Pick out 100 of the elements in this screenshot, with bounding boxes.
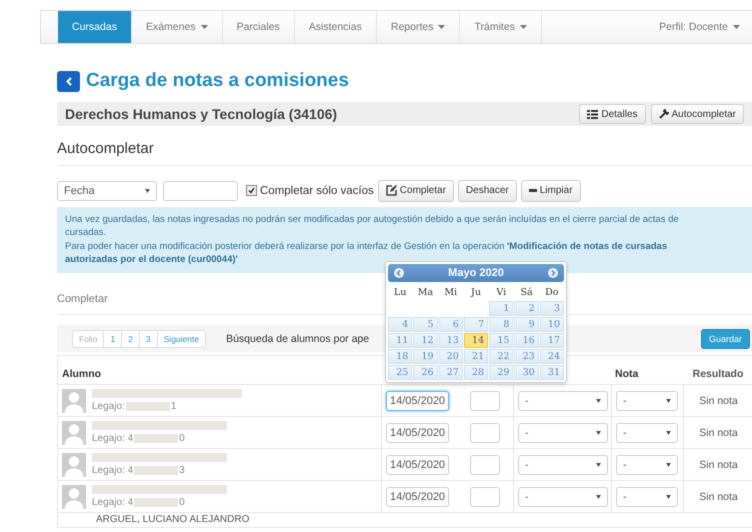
- result-text: Sin nota: [698, 458, 739, 471]
- calendar-day[interactable]: 28: [464, 365, 488, 380]
- calendar-day[interactable]: 27: [438, 365, 463, 380]
- date-field[interactable]: 14/05/2020: [386, 486, 450, 507]
- calendar-day[interactable]: 3: [540, 301, 564, 316]
- toolbar-button[interactable]: Limpiar: [520, 180, 581, 202]
- nav-tab[interactable]: Asistencias: [294, 11, 377, 43]
- caret-icon: [666, 398, 671, 403]
- caret-icon: [666, 494, 671, 499]
- student-name: ARGUEL, LUCIANO ALEJANDRO: [96, 514, 250, 526]
- calendar-day[interactable]: 19: [413, 349, 438, 364]
- nav-tab[interactable]: Exámenes: [132, 11, 223, 43]
- avatar-icon: [62, 484, 86, 509]
- chevron-left-icon: [66, 76, 72, 86]
- legajo-digit: 3: [179, 465, 185, 476]
- grade-select[interactable]: -: [616, 390, 678, 411]
- calendar-day[interactable]: 29: [489, 365, 514, 380]
- minus-icon: [528, 189, 537, 192]
- checkbox[interactable]: [246, 185, 257, 196]
- grade-select[interactable]: -: [616, 454, 678, 475]
- calendar-day[interactable]: 1: [489, 301, 514, 316]
- pagination-link[interactable]: 2: [121, 330, 139, 347]
- section-heading: Autocompletar: [57, 140, 752, 166]
- previous-month-icon[interactable]: [394, 268, 404, 278]
- checkbox-label: Completar sólo vacíos: [260, 184, 374, 196]
- autocomplete-button[interactable]: Autocompletar: [650, 104, 744, 124]
- input-field[interactable]: [470, 390, 500, 411]
- legajo-digit: 1: [170, 401, 176, 412]
- value-field[interactable]: [163, 180, 238, 200]
- caret-icon: [666, 430, 671, 435]
- input-field[interactable]: [470, 422, 500, 443]
- caret-icon: [596, 430, 601, 435]
- legajo-label: Legajo: 4: [92, 465, 134, 476]
- caret-icon: [596, 494, 601, 499]
- date-field[interactable]: 14/05/2020: [386, 454, 450, 475]
- calendar-day[interactable]: 24: [540, 349, 564, 364]
- toolbar-button[interactable]: Completar: [378, 180, 454, 202]
- nav-tab[interactable]: Reportes: [376, 11, 460, 43]
- condition-select[interactable]: -: [518, 390, 608, 411]
- calendar-day[interactable]: 22: [489, 349, 514, 364]
- calendar-day[interactable]: 7: [464, 317, 488, 332]
- calendar-day[interactable]: 2: [514, 301, 539, 316]
- date-field[interactable]: 14/05/2020: [386, 390, 450, 411]
- condition-select[interactable]: -: [518, 486, 608, 507]
- pagination-link[interactable]: 3: [138, 330, 157, 347]
- calendar-day[interactable]: 5: [413, 317, 438, 332]
- grade-select[interactable]: -: [616, 486, 678, 507]
- legajo-label: Legajo: 4: [92, 497, 134, 508]
- condition-select[interactable]: -: [518, 422, 608, 443]
- nav-tab[interactable]: Cursadas: [58, 11, 132, 43]
- search-label: Búsqueda de alumnos por ape: [226, 332, 370, 345]
- calendar-day[interactable]: 23: [514, 349, 539, 364]
- back-button[interactable]: [57, 70, 80, 92]
- calendar-day[interactable]: 10: [540, 317, 564, 332]
- nav-tab[interactable]: Parciales: [222, 11, 295, 43]
- calendar-day[interactable]: 4: [388, 317, 412, 332]
- result-text: Sin nota: [698, 490, 739, 503]
- caret-icon: [596, 462, 601, 467]
- next-month-icon[interactable]: [548, 268, 558, 278]
- profile-menu[interactable]: Perfil: Docente: [659, 11, 752, 43]
- redacted-number: [134, 498, 178, 508]
- date-field[interactable]: 14/05/2020: [386, 422, 450, 443]
- calendar-day[interactable]: 14: [464, 333, 488, 348]
- input-field[interactable]: [470, 454, 500, 475]
- edit-icon: [386, 185, 397, 196]
- info-text: Para poder hacer una modificación posterior deberá realizarse por la interfaz de Gestión en la operación 'Modificación de notas de cursadas autorizadas por el docente (cur00044)': [65, 240, 668, 266]
- pagination-link[interactable]: Siguiente: [156, 330, 206, 347]
- calendar-day[interactable]: 26: [413, 365, 438, 380]
- legajo-digit: 0: [179, 497, 185, 508]
- result-text: Sin nota: [698, 426, 739, 439]
- calendar-day[interactable]: 9: [514, 317, 539, 332]
- calendar-day[interactable]: 21: [464, 349, 488, 364]
- calendar-day[interactable]: 30: [514, 365, 539, 380]
- pagination-link[interactable]: 1: [103, 330, 122, 347]
- calendar-day[interactable]: 17: [540, 333, 564, 348]
- field-select[interactable]: Fecha: [57, 180, 157, 200]
- details-button[interactable]: Detalles: [579, 104, 646, 124]
- calendar-day[interactable]: 12: [413, 333, 438, 348]
- calendar-day[interactable]: 8: [489, 317, 514, 332]
- toolbar-button[interactable]: Deshacer: [458, 180, 517, 202]
- calendar-day[interactable]: 18: [388, 349, 412, 364]
- save-button[interactable]: Guardar: [700, 328, 750, 349]
- caret-icon: [596, 398, 601, 403]
- calendar-day[interactable]: 16: [514, 333, 539, 348]
- condition-select[interactable]: -: [518, 454, 608, 475]
- calendar-day[interactable]: 15: [489, 333, 514, 348]
- input-field[interactable]: [470, 486, 500, 507]
- calendar-day[interactable]: 25: [388, 365, 412, 380]
- calendar-day[interactable]: 31: [540, 365, 564, 380]
- column-header: Resultado: [692, 368, 744, 380]
- legajo-digit: 0: [179, 433, 185, 444]
- calendar-day[interactable]: 6: [438, 317, 463, 332]
- calendar-day[interactable]: 20: [438, 349, 463, 364]
- avatar-icon: [62, 388, 86, 413]
- calendar-day[interactable]: 13: [438, 333, 463, 348]
- wrench-icon: [658, 109, 669, 119]
- nav-tab[interactable]: Trámites: [460, 11, 542, 43]
- caret-icon: [145, 188, 150, 192]
- calendar-day[interactable]: 11: [388, 333, 412, 348]
- grade-select[interactable]: -: [616, 422, 678, 443]
